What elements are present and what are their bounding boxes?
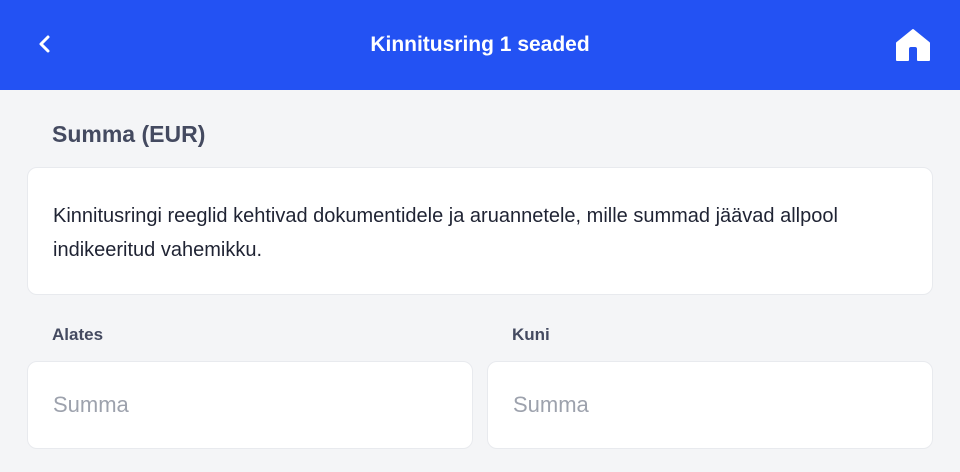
info-text: Kinnitusringi reeglid kehtivad dokumenti… — [53, 205, 838, 261]
from-label: Alates — [52, 325, 104, 344]
info-card: Kinnitusringi reeglid kehtivad dokumenti… — [27, 167, 933, 295]
from-amount-input[interactable] — [28, 362, 472, 448]
chevron-left-icon — [39, 35, 50, 53]
to-field — [487, 361, 933, 449]
header-bar: Kinnitusring 1 seaded — [0, 0, 960, 90]
to-amount-input[interactable] — [488, 362, 932, 448]
from-field — [27, 361, 473, 449]
to-label: Kuni — [512, 325, 550, 344]
home-button[interactable] — [888, 20, 938, 70]
back-button[interactable] — [22, 21, 68, 67]
section-title: Summa (EUR) — [52, 121, 206, 147]
page-title: Kinnitusring 1 seaded — [370, 33, 590, 56]
home-icon — [896, 29, 930, 61]
